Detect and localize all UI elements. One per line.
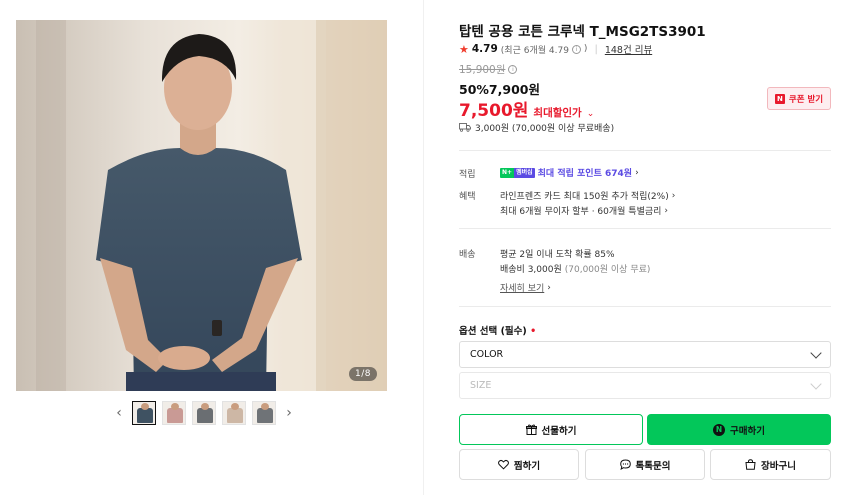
rating-value: 4.79 xyxy=(471,43,498,55)
cart-button-label: 장바구니 xyxy=(761,460,796,472)
benefit-line-2[interactable]: 최대 6개월 무이자 할부 · 60개월 특별금리 › xyxy=(500,204,669,218)
chevron-down-icon: ⌄ xyxy=(586,109,595,119)
option-label: 옵션 선택 (필수) • xyxy=(459,323,536,337)
thumbnail-head xyxy=(201,403,209,410)
main-product-image[interactable]: 1/8 xyxy=(16,20,387,391)
max-discount-row[interactable]: 7,500원 최대할인가 ⌄ xyxy=(459,96,594,121)
max-discount-price: 7,500원 xyxy=(459,101,529,121)
benefit-label: 혜택 xyxy=(459,192,476,202)
size-select[interactable]: SIZE xyxy=(459,372,831,399)
talktalk-button[interactable]: 톡톡문의 xyxy=(585,449,705,480)
gift-button-label: 선물하기 xyxy=(541,425,577,437)
thumbnail[interactable] xyxy=(162,401,186,425)
thumbnail-head xyxy=(171,403,179,410)
divider xyxy=(459,150,831,151)
delivery-fee-row: 3,000원 (70,000원 이상 무료배송) xyxy=(459,121,614,134)
thumbnail-strip: ‹ › xyxy=(112,401,296,425)
star-icon: ★ xyxy=(459,42,469,56)
required-mark: • xyxy=(530,326,537,337)
info-icon[interactable]: i xyxy=(508,65,518,74)
chevron-right-icon: › xyxy=(635,167,639,178)
option-label-text: 옵션 선택 (필수) xyxy=(459,326,527,337)
thumbnail-head xyxy=(261,403,269,410)
shopping-bag-icon xyxy=(745,459,756,470)
product-title: 탑텐 공용 코튼 크루넥 T_MSG2TS3901 xyxy=(459,24,706,40)
chevron-right-icon[interactable]: › xyxy=(282,401,296,425)
point-text: 최대 적립 포인트 674원 xyxy=(537,169,633,179)
benefit-text-2: 최대 6개월 무이자 할부 · 60개월 특별금리 xyxy=(500,207,662,217)
heart-icon xyxy=(497,459,509,470)
thumbnail[interactable] xyxy=(252,401,276,425)
rating-detail-close: ) xyxy=(583,44,588,54)
chat-icon xyxy=(619,459,631,470)
naver-plus-badge: N+ xyxy=(500,167,515,178)
chevron-right-icon: › xyxy=(547,282,551,293)
review-count-link[interactable]: 148건 리뷰 xyxy=(605,42,652,56)
image-page-indicator: 1/8 xyxy=(349,367,377,381)
naver-coupon-icon: N xyxy=(774,93,785,104)
benefit-text-1: 라인프렌즈 카드 최대 150원 추가 적립(2%) xyxy=(500,192,669,202)
shipping-label: 배송 xyxy=(459,250,476,260)
thumbnail-shirt-swatch xyxy=(137,408,153,423)
thumbnail[interactable] xyxy=(132,401,156,425)
size-select-value: SIZE xyxy=(470,380,492,391)
divider xyxy=(459,228,831,229)
color-select-value: COLOR xyxy=(470,349,504,360)
shipping-arrival: 평균 2일 이내 도착 확률 85% xyxy=(500,250,615,260)
truck-icon xyxy=(459,123,471,132)
gift-button[interactable]: 선물하기 xyxy=(459,414,643,445)
rating-detail: (최근 6개월 4.79 xyxy=(500,45,569,56)
chevron-down-icon xyxy=(810,377,822,390)
shipping-detail-label: 자세히 보기 xyxy=(500,284,545,294)
separator: | xyxy=(594,43,598,55)
chevron-right-icon: › xyxy=(664,205,669,216)
coupon-button[interactable]: N 쿠폰 받기 xyxy=(767,87,831,110)
point-row[interactable]: N+ 멤버십 최대 적립 포인트 674원 › xyxy=(500,166,639,179)
thumbnail[interactable] xyxy=(192,401,216,425)
coupon-button-label: 쿠폰 받기 xyxy=(788,94,824,105)
chevron-right-icon: › xyxy=(671,190,676,201)
column-divider xyxy=(423,0,424,495)
gift-icon xyxy=(525,424,537,435)
naver-pay-icon: N xyxy=(713,423,726,436)
color-select[interactable]: COLOR xyxy=(459,341,831,368)
point-label: 적립 xyxy=(459,170,476,180)
cart-button[interactable]: 장바구니 xyxy=(710,449,831,480)
max-discount-label: 최대할인가 xyxy=(533,107,582,119)
thumbnail-head xyxy=(141,403,149,410)
shipping-fee: 배송비 3,000원 (70,000원 이상 무료) xyxy=(500,262,650,275)
membership-badge-label: 멤버십 xyxy=(514,167,535,178)
delivery-fee-text: 3,000원 (70,000원 이상 무료배송) xyxy=(475,124,615,134)
thumbnail-shirt-swatch xyxy=(167,408,183,423)
rating-row: ★ 4.79 (최근 6개월 4.79 i ) | 148건 리뷰 xyxy=(459,42,652,57)
wishlist-button-label: 찜하기 xyxy=(513,460,541,472)
model-photo xyxy=(16,20,387,391)
thumbnail[interactable] xyxy=(222,401,246,425)
original-price-row: 15,900원 i xyxy=(459,62,518,77)
shipping-fee-main: 배송비 3,000원 xyxy=(500,265,562,275)
sale-price: 7,900원 xyxy=(488,82,540,97)
info-icon[interactable]: i xyxy=(571,44,581,54)
discount-rate: 50% xyxy=(459,82,489,97)
shipping-fee-sub: (70,000원 이상 무료) xyxy=(564,265,651,275)
chevron-down-icon xyxy=(810,346,822,359)
buy-button-label: 구매하기 xyxy=(730,425,765,437)
thumbnail-shirt-swatch xyxy=(257,408,273,423)
benefit-line-1[interactable]: 라인프렌즈 카드 최대 150원 추가 적립(2%) › xyxy=(500,189,676,203)
divider xyxy=(459,306,831,307)
thumbnail-shirt-swatch xyxy=(227,408,243,423)
buy-button[interactable]: N 구매하기 xyxy=(647,414,831,445)
thumbnail-head xyxy=(231,403,239,410)
wishlist-button[interactable]: 찜하기 xyxy=(459,449,579,480)
shipping-detail-link[interactable]: 자세히 보기 › xyxy=(500,281,551,295)
original-price: 15,900원 xyxy=(459,64,506,76)
thumbnail-shirt-swatch xyxy=(197,408,213,423)
talktalk-button-label: 톡톡문의 xyxy=(635,460,671,472)
membership-badge: N+ 멤버십 xyxy=(500,167,535,178)
chevron-left-icon[interactable]: ‹ xyxy=(112,401,126,425)
